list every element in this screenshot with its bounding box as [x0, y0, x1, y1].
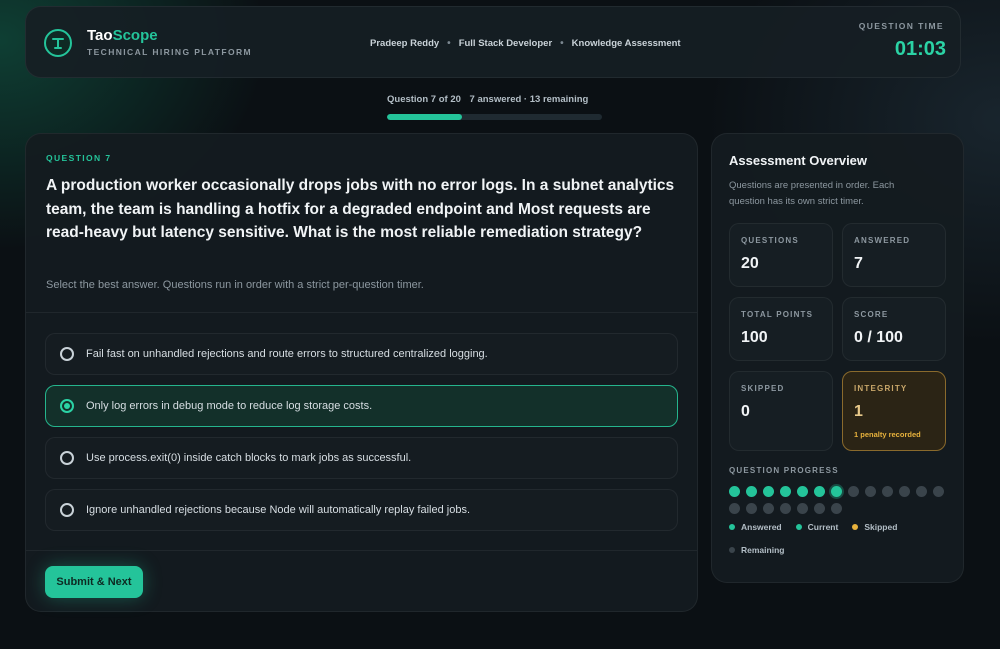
assessment-name: Knowledge Assessment	[571, 38, 681, 49]
stat-total-points: TOTAL POINTS 100	[729, 297, 833, 361]
legend-skipped: Skipped	[852, 522, 897, 532]
legend-answered: Answered	[729, 522, 782, 532]
question-text: A production worker occasionally drops j…	[46, 177, 675, 241]
stat-value: 7	[854, 255, 863, 272]
separator-dot: •	[560, 38, 564, 49]
stat-value: 0	[741, 403, 750, 420]
legend-label: Answered	[741, 522, 782, 532]
legend-dot	[729, 524, 735, 530]
legend-label: Current	[807, 522, 839, 532]
stat-skipped: SKIPPED 0	[729, 371, 833, 451]
logo-icon	[44, 29, 72, 57]
stat-answered: ANSWERED 7	[842, 223, 946, 287]
progress-dot-answered	[763, 486, 774, 497]
progress-dot-remaining	[814, 503, 825, 514]
stat-label: INTEGRITY	[854, 384, 908, 393]
answer-option[interactable]: Use process.exit(0) inside catch blocks …	[45, 437, 678, 479]
timer-label: QUESTION TIME	[858, 21, 944, 31]
timer-value: 01:03	[894, 38, 946, 60]
answer-option-text: Ignore unhandled rejections because Node…	[86, 504, 471, 516]
stat-score: SCORE 0 / 100	[842, 297, 946, 361]
stat-label: QUESTIONS	[741, 236, 799, 245]
progress-summary: 7 answered · 13 remaining	[469, 94, 589, 105]
radio-button[interactable]	[60, 347, 74, 361]
answer-option-text: Only log errors in debug mode to reduce …	[86, 400, 373, 412]
brand-name: TaoScope	[87, 27, 158, 44]
overview-title: Assessment Overview	[729, 153, 868, 168]
stat-value: 0 / 100	[854, 329, 903, 346]
submit-next-button[interactable]: Submit & Next	[45, 566, 143, 598]
legend-label: Remaining	[741, 545, 785, 555]
question-hint: Select the best answer. Questions run in…	[46, 279, 424, 291]
header-bar: TaoScope TECHNICAL HIRING PLATFORM Prade…	[25, 6, 961, 78]
progress-dot-remaining	[797, 503, 808, 514]
question-card: QUESTION 7 A production worker occasiona…	[25, 133, 698, 612]
progress-dot-remaining	[933, 486, 944, 497]
overview-panel: Assessment Overview Questions are presen…	[711, 133, 964, 583]
brand-subtitle: TECHNICAL HIRING PLATFORM	[87, 47, 253, 57]
progress-bar-fill	[387, 114, 463, 120]
progress-position: Question 7 of 20	[387, 94, 461, 105]
stat-value: 20	[741, 255, 759, 272]
stat-questions: QUESTIONS 20	[729, 223, 833, 287]
legend-remaining: Remaining	[729, 545, 784, 555]
progress-dot-remaining	[746, 503, 757, 514]
stat-value: 100	[741, 329, 768, 346]
progress-dot-remaining	[916, 486, 927, 497]
progress-dot-remaining	[848, 486, 859, 497]
stat-label: SKIPPED	[741, 384, 785, 393]
stat-label: TOTAL POINTS	[741, 310, 814, 319]
stat-label: SCORE	[854, 310, 889, 319]
question-progress-label: QUESTION PROGRESS	[729, 466, 839, 475]
separator-dot: •	[447, 38, 451, 49]
radio-button[interactable]	[60, 503, 74, 517]
overview-description: Questions are presented in order. Each q…	[729, 180, 895, 207]
progress-dot-remaining	[882, 486, 893, 497]
answer-option-text: Use process.exit(0) inside catch blocks …	[86, 452, 412, 464]
answer-option[interactable]: Fail fast on unhandled rejections and ro…	[45, 333, 678, 375]
progress-dot-answered	[729, 486, 740, 497]
radio-button[interactable]	[60, 399, 74, 413]
stat-integrity: INTEGRITY 1 1 penalty recorded	[842, 371, 946, 451]
legend-dot	[852, 524, 859, 530]
answer-option-text: Fail fast on unhandled rejections and ro…	[86, 348, 488, 360]
legend-label: Skipped	[864, 522, 898, 532]
question-label: QUESTION 7	[46, 153, 112, 163]
progress-dot-answered	[814, 486, 825, 497]
progress-dot-remaining	[763, 503, 774, 514]
progress-dot-remaining	[780, 503, 791, 514]
progress-dot-answered	[746, 486, 757, 497]
stat-value: 1	[854, 403, 863, 420]
answer-option[interactable]: Ignore unhandled rejections because Node…	[45, 489, 678, 531]
progress-dot-answered	[797, 486, 808, 497]
question-progress-dots	[729, 486, 949, 514]
progress-dot-answered	[780, 486, 791, 497]
divider	[26, 550, 697, 551]
divider	[26, 312, 697, 313]
progress-dot-remaining	[729, 503, 740, 514]
progress-bar	[387, 114, 602, 120]
progress-text: Question 7 of 20 7 answered · 13 remaini…	[387, 94, 588, 105]
radio-button[interactable]	[60, 451, 74, 465]
legend-dot	[795, 524, 802, 530]
penalty-note: 1 penalty recorded	[854, 430, 921, 439]
progress-dot-remaining	[899, 486, 910, 497]
candidate-name: Pradeep Reddy	[370, 38, 440, 49]
progress-dot-remaining	[865, 486, 876, 497]
progress-legend: Answered Current Skipped Remaining	[729, 522, 949, 555]
progress-dot-current	[831, 486, 842, 497]
legend-current: Current	[795, 522, 839, 532]
answer-option[interactable]: Only log errors in debug mode to reduce …	[45, 385, 678, 427]
progress-dot-remaining	[831, 503, 842, 514]
stat-label: ANSWERED	[854, 236, 911, 245]
candidate-meta: Pradeep Reddy • Full Stack Developer • K…	[370, 38, 681, 49]
candidate-role: Full Stack Developer	[458, 38, 553, 49]
legend-dot	[729, 547, 735, 553]
